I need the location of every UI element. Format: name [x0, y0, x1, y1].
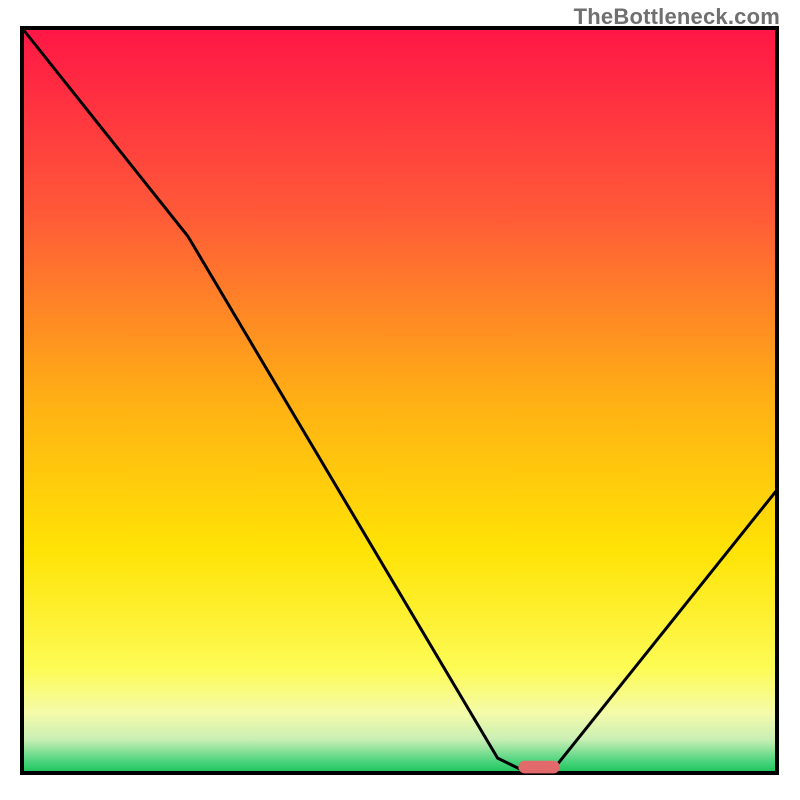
bottleneck-chart: TheBottleneck.com [0, 0, 800, 800]
plot-background [22, 28, 777, 773]
watermark-text: TheBottleneck.com [574, 4, 780, 30]
chart-canvas [0, 0, 800, 800]
optimal-point-marker [518, 761, 560, 774]
